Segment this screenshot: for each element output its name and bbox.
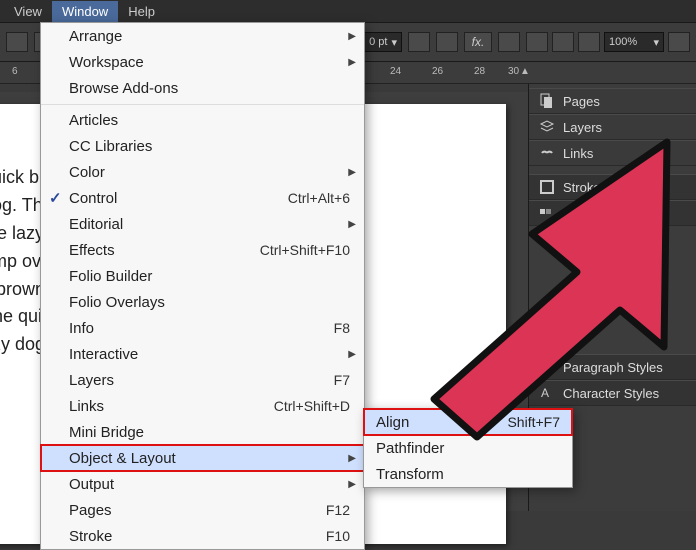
submenu-item-align[interactable]: Align Shift+F7: [364, 409, 572, 435]
menu-shortcut: Ctrl+Alt+6: [288, 190, 350, 206]
toolbar-button[interactable]: [498, 32, 520, 52]
panel-pages[interactable]: Pages: [529, 88, 696, 114]
menu-shortcut: Ctrl+Shift+F10: [260, 242, 350, 258]
submenu-item-pathfinder[interactable]: Pathfinder: [364, 435, 572, 461]
menu-item-color[interactable]: Color ▶: [41, 159, 364, 185]
submenu-item-label: Align: [376, 414, 409, 431]
menu-item-folio-overlays[interactable]: Folio Overlays: [41, 289, 364, 315]
menu-item-label: Articles: [69, 112, 118, 129]
menu-item-interactive[interactable]: Interactive ▶: [41, 341, 364, 367]
submenu-arrow-icon: ▶: [348, 57, 356, 68]
object-layout-submenu: Align Shift+F7 Pathfinder Transform: [363, 408, 573, 488]
ruler-arrow-icon: ▲: [520, 66, 530, 77]
menu-item-links[interactable]: Links Ctrl+Shift+D: [41, 393, 364, 419]
menu-window[interactable]: Window: [52, 1, 118, 22]
toolbar-button[interactable]: [526, 32, 548, 52]
menu-item-label: Folio Overlays: [69, 294, 165, 311]
menu-item-mini-bridge[interactable]: Mini Bridge: [41, 419, 364, 445]
menu-item-folio-builder[interactable]: Folio Builder: [41, 263, 364, 289]
menu-item-articles[interactable]: Articles: [41, 104, 364, 133]
menu-item-label: Links: [69, 398, 104, 415]
menu-item-layers[interactable]: Layers F7: [41, 367, 364, 393]
character-icon: A: [539, 385, 555, 401]
menu-item-label: Color: [69, 164, 105, 181]
submenu-arrow-icon: ▶: [348, 167, 356, 178]
window-menu-dropdown: Arrange ▶ Workspace ▶ Browse Add-ons Articles…: [40, 22, 365, 550]
menu-view[interactable]: View: [4, 1, 52, 22]
menu-item-effects[interactable]: Effects Ctrl+Shift+F10: [41, 237, 364, 263]
swatches-icon: [539, 205, 555, 221]
submenu-arrow-icon: ▶: [348, 453, 356, 464]
menu-item-info[interactable]: Info F8: [41, 315, 364, 341]
panel-swatches[interactable]: Swatches: [529, 200, 696, 226]
menu-item-label: Folio Builder: [69, 268, 152, 285]
stroke-icon: [539, 179, 555, 195]
menu-item-browse-add-ons[interactable]: Browse Add-ons: [41, 75, 364, 101]
pages-icon: [539, 93, 555, 109]
menu-item-label: CC Libraries: [69, 138, 152, 155]
svg-text:A: A: [541, 386, 549, 400]
paragraph-icon: [539, 359, 555, 375]
menu-item-output[interactable]: Output ▶: [41, 471, 364, 497]
toolbar-button[interactable]: [6, 32, 28, 52]
menu-item-label: Arrange: [69, 28, 122, 45]
menu-item-object-layout[interactable]: Object & Layout ▶: [41, 445, 364, 471]
submenu-arrow-icon: ▶: [348, 479, 356, 490]
menu-item-label: Editorial: [69, 216, 123, 233]
menu-item-workspace[interactable]: Workspace ▶: [41, 49, 364, 75]
panel-character-styles[interactable]: ACharacter Styles: [529, 380, 696, 406]
submenu-item-label: Transform: [376, 466, 444, 483]
toolbar-button[interactable]: [436, 32, 458, 52]
panel-layers[interactable]: Layers: [529, 114, 696, 140]
toolbar-button[interactable]: [668, 32, 690, 52]
menu-item-label: Browse Add-ons: [69, 80, 178, 97]
submenu-arrow-icon: ▶: [348, 219, 356, 230]
menu-item-label: Output: [69, 476, 114, 493]
menu-help[interactable]: Help: [118, 1, 165, 22]
menu-shortcut: F8: [334, 320, 350, 336]
menu-item-label: Pages: [69, 502, 112, 519]
menu-item-control[interactable]: ✓ Control Ctrl+Alt+6: [41, 185, 364, 211]
submenu-arrow-icon: ▶: [348, 349, 356, 360]
menu-item-label: Mini Bridge: [69, 424, 144, 441]
menu-shortcut: F10: [326, 528, 350, 544]
submenu-item-label: Pathfinder: [376, 440, 444, 457]
menu-item-pages[interactable]: Pages F12: [41, 497, 364, 523]
toolbar-button[interactable]: [552, 32, 574, 52]
menu-item-editorial[interactable]: Editorial ▶: [41, 211, 364, 237]
menu-item-label: Interactive: [69, 346, 138, 363]
fx-button[interactable]: fx.: [464, 32, 492, 52]
menu-shortcut: F12: [326, 502, 350, 518]
panel-paragraph-styles[interactable]: Paragraph Styles: [529, 354, 696, 380]
menu-item-label: Control: [69, 190, 117, 207]
menu-item-stroke[interactable]: Stroke F10: [41, 523, 364, 549]
menu-item-label: Layers: [69, 372, 114, 389]
zoom-input[interactable]: 100%▾: [604, 32, 664, 52]
toolbar-button[interactable]: [408, 32, 430, 52]
menu-item-label: Stroke: [69, 528, 112, 545]
menubar: View Window Help: [0, 0, 696, 22]
toolbar-button[interactable]: [578, 32, 600, 52]
menu-item-cc-libraries[interactable]: CC Libraries: [41, 133, 364, 159]
panel-stroke[interactable]: Stroke: [529, 174, 696, 200]
layers-icon: [539, 119, 555, 135]
menu-item-label: Info: [69, 320, 94, 337]
menu-item-label: Workspace: [69, 54, 144, 71]
menu-item-arrange[interactable]: Arrange ▶: [41, 23, 364, 49]
checkmark-icon: ✓: [49, 189, 62, 207]
menu-shortcut: Ctrl+Shift+D: [274, 398, 350, 414]
menu-item-label: Object & Layout: [69, 450, 176, 467]
links-icon: [539, 145, 555, 161]
submenu-item-transform[interactable]: Transform: [364, 461, 572, 487]
menu-shortcut: Shift+F7: [507, 414, 560, 430]
panel-links[interactable]: Links: [529, 140, 696, 166]
submenu-arrow-icon: ▶: [348, 31, 356, 42]
menu-shortcut: F7: [334, 372, 350, 388]
menu-item-label: Effects: [69, 242, 115, 259]
